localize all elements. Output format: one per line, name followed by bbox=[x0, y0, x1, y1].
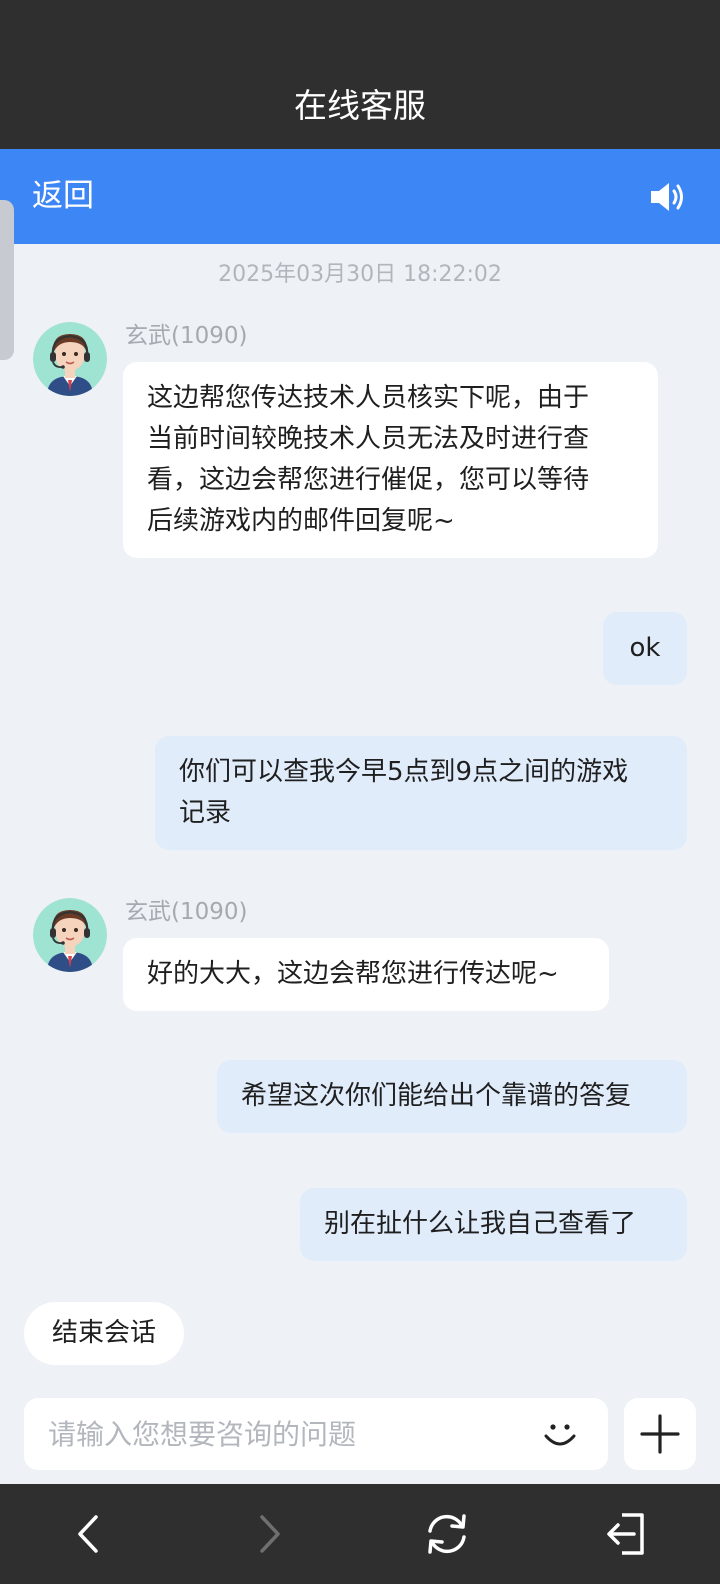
user-message: ok bbox=[603, 612, 687, 685]
agent-name: 玄武(1090) bbox=[125, 323, 248, 349]
refresh-icon[interactable] bbox=[422, 1509, 472, 1559]
message-input-container bbox=[24, 1398, 608, 1470]
agent-name: 玄武(1090) bbox=[125, 899, 248, 925]
chat-timestamp: 2025年03月30日 18:22:02 bbox=[218, 262, 502, 287]
top-bar: 在线客服 bbox=[0, 0, 720, 149]
plus-button[interactable] bbox=[624, 1398, 696, 1470]
nav-bar: 返回 bbox=[0, 149, 720, 244]
end-session-button[interactable]: 结束会话 bbox=[24, 1302, 184, 1365]
user-message: 你们可以查我今早5点到9点之间的游戏 记录 bbox=[155, 736, 687, 850]
forward-arrow-icon[interactable] bbox=[243, 1509, 293, 1559]
smiley-icon[interactable] bbox=[540, 1414, 580, 1454]
agent-message: 这边帮您传达技术人员核实下呢，由于 当前时间较晚技术人员无法及时进行查 看，这边… bbox=[123, 362, 658, 558]
agent-message: 好的大大，这边会帮您进行传达呢~ bbox=[123, 938, 609, 1011]
page-title: 在线客服 bbox=[294, 86, 426, 125]
back-link[interactable]: 返回 bbox=[32, 175, 94, 217]
exit-icon[interactable] bbox=[604, 1509, 654, 1559]
user-message: 希望这次你们能给出个靠谱的答复 bbox=[217, 1060, 687, 1133]
message-input[interactable] bbox=[48, 1398, 528, 1470]
bottom-navigation-bar bbox=[0, 1484, 720, 1584]
back-arrow-icon[interactable] bbox=[65, 1509, 115, 1559]
agent-avatar bbox=[33, 322, 107, 396]
agent-avatar bbox=[33, 898, 107, 972]
speaker-icon[interactable] bbox=[648, 179, 688, 215]
plus-icon bbox=[640, 1414, 680, 1454]
user-message: 别在扯什么让我自己查看了 bbox=[300, 1188, 687, 1261]
